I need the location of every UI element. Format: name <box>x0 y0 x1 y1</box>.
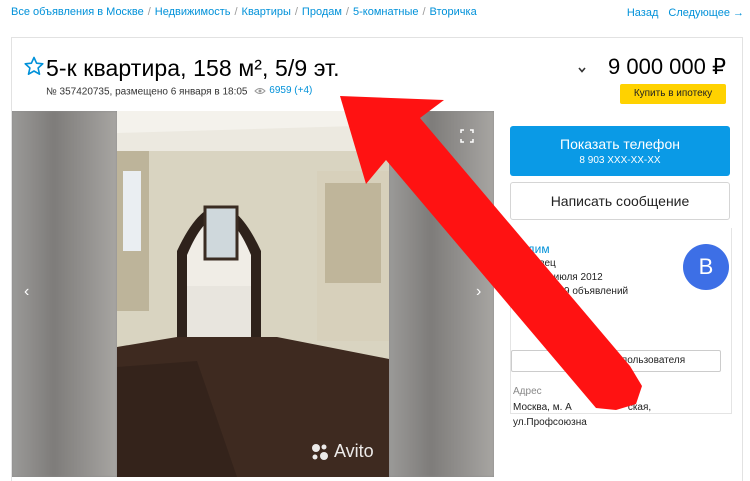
seller-role: родавец <box>517 258 556 269</box>
breadcrumb-item-all[interactable]: Все объявления в Москве <box>11 6 144 18</box>
breadcrumb-item-rooms[interactable]: 5-комнатные <box>353 6 418 18</box>
listing-page: Все объявления в Москве / Недвижимость / Ква… <box>0 0 750 481</box>
user-ads-label: вления пользователя <box>586 355 686 366</box>
address-line-1: Москва, м. А ская, <box>513 402 651 413</box>
write-message-button[interactable]: Написать сообщение <box>510 182 730 220</box>
fullscreen-icon[interactable] <box>460 129 474 143</box>
breadcrumb-item-secondary[interactable]: Вторичка <box>430 6 477 18</box>
breadcrumb: Все объявления в Москве / Недвижимость / Ква… <box>11 6 477 18</box>
next-link[interactable]: Следующее → <box>668 7 744 19</box>
avito-watermark: Avito <box>310 441 374 462</box>
chevron-down-icon[interactable] <box>578 67 586 73</box>
phone-masked: 8 903 XXX-XX-XX <box>579 155 661 166</box>
contact-panel: Показать телефон 8 903 XXX-XX-XX Написат… <box>510 126 732 428</box>
listing-meta: № 357420735, размещено 6 января в 18:05 … <box>46 85 312 98</box>
seller-name[interactable]: Вадим <box>513 242 550 256</box>
photo-gallery[interactable]: ‹ › Avito <box>12 111 494 477</box>
price: 9 000 000 ₽ <box>608 54 726 79</box>
address-label: Адрес <box>513 386 542 397</box>
breadcrumb-item-realty[interactable]: Недвижимость <box>155 6 231 18</box>
listing-id-date: № 357420735, размещено 6 января в 18:05 <box>46 86 248 98</box>
address-line-1-end: ская, <box>627 402 652 413</box>
eye-icon <box>254 87 266 94</box>
breadcrumb-item-sell[interactable]: Продам <box>302 6 342 18</box>
listing-nav: Назад Следующее → <box>617 7 744 19</box>
seller-since: Avito с июля 2012 <box>521 272 603 283</box>
show-phone-button[interactable]: Показать телефон 8 903 XXX-XX-XX <box>510 126 730 176</box>
address-line-2: ул.Профсоюзна <box>513 417 587 428</box>
views-counter: 6959 (+4) <box>254 85 312 96</box>
mortgage-button[interactable]: Купить в ипотеку <box>620 84 726 104</box>
watermark-text: Avito <box>334 441 374 461</box>
listing-card: 5-к квартира, 158 м², 5/9 эт. № 35742073… <box>11 37 743 481</box>
gallery-prev-arrow[interactable]: ‹ <box>24 283 29 301</box>
listing-title: 5-к квартира, 158 м², 5/9 эт. <box>46 55 340 81</box>
avito-logo-icon <box>312 443 328 460</box>
user-ads-button[interactable]: вления пользователя <box>511 350 721 372</box>
views-count: 6959 (+4) <box>269 85 313 96</box>
avatar[interactable]: В <box>683 244 729 290</box>
breadcrumb-item-flats[interactable]: Квартиры <box>242 6 291 18</box>
listing-photo <box>117 111 389 477</box>
show-phone-label: Показать телефон <box>560 136 680 152</box>
star-icon[interactable] <box>24 56 44 76</box>
seller-ads-count: ено 19 объявлений <box>539 286 629 297</box>
seller-info: Вадим родавец Avito с июля 2012 ено 19 о… <box>510 228 732 428</box>
back-link[interactable]: Назад <box>627 7 659 19</box>
gallery-next-arrow[interactable]: › <box>476 283 481 301</box>
address-line-1-start: Москва, м. А <box>513 402 572 413</box>
